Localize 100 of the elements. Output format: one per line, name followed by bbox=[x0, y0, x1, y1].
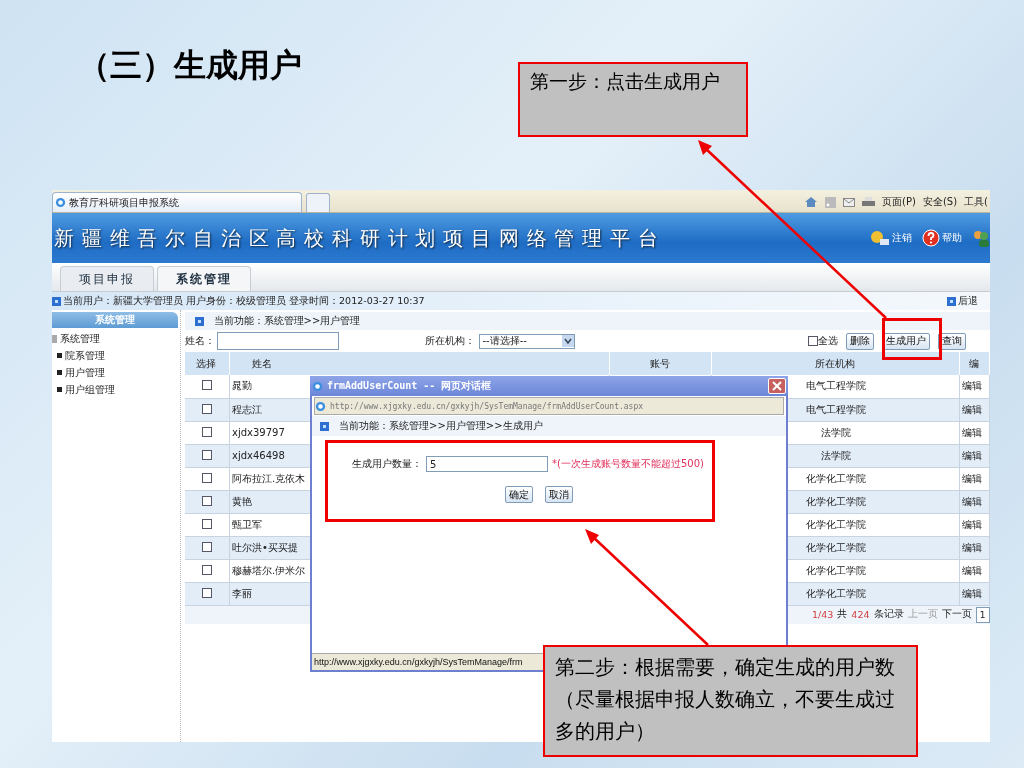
column-header: 账号 bbox=[609, 352, 712, 375]
table-cell: 晁勤 bbox=[232, 380, 252, 392]
hint-text: *(一次生成账号数量不能超过500) bbox=[552, 457, 704, 471]
nav-tab[interactable]: 项目申报 bbox=[60, 266, 154, 291]
bullet-icon bbox=[320, 421, 329, 431]
row-checkbox[interactable] bbox=[201, 380, 212, 391]
tree-item[interactable]: 用户管理 bbox=[52, 364, 180, 381]
count-field[interactable]: 5 bbox=[426, 456, 548, 472]
table-cell: 电气工程学院 bbox=[805, 380, 866, 392]
toolbar-button[interactable]: 生成用户 bbox=[882, 332, 930, 350]
dropdown-icon bbox=[561, 335, 574, 347]
row-checkbox[interactable] bbox=[201, 472, 212, 483]
bullet-icon bbox=[57, 387, 62, 392]
table-cell: 法学院 bbox=[820, 449, 851, 461]
tree-item[interactable]: 院系管理 bbox=[52, 347, 180, 364]
slide-title: （三）生成用户 bbox=[78, 45, 302, 86]
total-label: 条记录 bbox=[873, 608, 904, 621]
help-icon bbox=[922, 229, 940, 247]
back-link[interactable]: 后退 bbox=[947, 294, 978, 308]
info-icon bbox=[52, 296, 61, 306]
banner-link[interactable]: 帮助 bbox=[922, 229, 962, 247]
row-checkbox[interactable] bbox=[201, 426, 212, 437]
table-cell: 化学化工学院 bbox=[805, 587, 866, 599]
close-button[interactable] bbox=[768, 378, 786, 394]
nav-tab[interactable]: 系统管理 bbox=[157, 266, 251, 291]
column-header: 选择 bbox=[184, 352, 230, 375]
edit-link[interactable]: 编辑 bbox=[962, 472, 982, 484]
browser-icon bbox=[312, 380, 323, 392]
row-checkbox[interactable] bbox=[201, 449, 212, 460]
table-cell: xjdx39797 bbox=[232, 427, 285, 438]
highlight-frame bbox=[882, 318, 942, 360]
next-page-link[interactable]: 下一页 bbox=[941, 608, 972, 621]
tree-item[interactable]: 系统管理 bbox=[52, 330, 180, 347]
table-cell: 黄艳 bbox=[232, 495, 252, 507]
print-icon[interactable] bbox=[862, 196, 876, 208]
mail-icon[interactable] bbox=[843, 197, 856, 207]
table-cell: 化学化工学院 bbox=[805, 472, 866, 484]
dialog-button[interactable]: 确定 bbox=[505, 486, 533, 503]
browser-menu[interactable]: 工具( bbox=[964, 195, 988, 209]
field-label: 所在机构： bbox=[424, 334, 475, 348]
bullet-icon bbox=[57, 370, 62, 375]
browser-tab[interactable]: 教育厅科研项目申报系统 bbox=[52, 192, 302, 212]
table-cell: 法学院 bbox=[820, 426, 851, 438]
table-cell: xjdx46498 bbox=[232, 450, 285, 461]
name-field[interactable] bbox=[216, 332, 339, 350]
total-count: 424 bbox=[851, 609, 870, 620]
total-label: 共 bbox=[837, 608, 848, 621]
row-checkbox[interactable] bbox=[201, 403, 212, 414]
edit-link[interactable]: 编辑 bbox=[962, 403, 982, 415]
home-icon[interactable] bbox=[804, 196, 819, 208]
row-checkbox[interactable] bbox=[201, 495, 212, 506]
breadcrumb: 当前功能：系统管理>>用户管理>>生成用户 bbox=[339, 419, 543, 433]
address-text: http://www.xjgxky.edu.cn/gxkyjh/SysTemManage/frmAddUserCount.aspx bbox=[330, 401, 644, 411]
breadcrumb: 当前功能：系统管理>>用户管理 bbox=[213, 314, 361, 328]
row-checkbox[interactable] bbox=[201, 518, 212, 529]
table-cell: 化学化工学院 bbox=[805, 541, 866, 553]
banner-link[interactable]: 注销 bbox=[870, 229, 912, 247]
browser-menu[interactable]: 安全(S) bbox=[922, 195, 958, 209]
table-cell: 李丽 bbox=[232, 587, 252, 599]
row-checkbox[interactable] bbox=[201, 564, 212, 575]
table-cell: 穆赫塔尔.伊米尔 bbox=[232, 564, 306, 576]
select-all-checkbox[interactable] bbox=[808, 336, 818, 346]
browser-icon bbox=[315, 400, 326, 412]
dialog-button[interactable]: 取消 bbox=[545, 486, 573, 503]
sidebar-header: 系统管理 bbox=[52, 312, 178, 328]
table-cell: 化学化工学院 bbox=[805, 518, 866, 530]
table-cell: 电气工程学院 bbox=[805, 403, 866, 415]
callout-note: 第一步：点击生成用户 bbox=[518, 62, 748, 137]
org-select[interactable]: --请选择-- bbox=[478, 333, 575, 349]
browser-icon bbox=[55, 197, 66, 208]
edit-link[interactable]: 编辑 bbox=[962, 587, 982, 599]
row-checkbox[interactable] bbox=[201, 587, 212, 598]
table-cell: 程志江 bbox=[232, 403, 262, 415]
table-cell: 阿布拉江.克依木 bbox=[232, 472, 306, 484]
toolbar-button[interactable]: 查询 bbox=[938, 332, 966, 350]
edit-link[interactable]: 编辑 bbox=[962, 495, 982, 507]
table-cell: 化学化工学院 bbox=[805, 495, 866, 507]
user-info: 当前用户：新疆大学管理员 用户身份：校级管理员 登录时间：2012-03-27 10:37 bbox=[63, 294, 425, 308]
browser-menu[interactable]: 页面(P) bbox=[882, 195, 916, 209]
callout-note: 第二步：根据需要，确定生成的用户数（尽量根据申报人数确立，不要生成过多的用户） bbox=[543, 645, 918, 757]
edit-link[interactable]: 编辑 bbox=[962, 518, 982, 530]
toolbar-button[interactable]: 删除 bbox=[846, 332, 874, 350]
checkbox-label: 全选 bbox=[818, 334, 838, 348]
edit-link[interactable]: 编辑 bbox=[962, 380, 982, 392]
close-icon bbox=[772, 381, 782, 391]
bullet-icon bbox=[194, 316, 204, 326]
table-cell: 吐尔洪•买买提 bbox=[232, 541, 298, 553]
page-field[interactable]: 1 bbox=[975, 606, 990, 623]
edit-link[interactable]: 编辑 bbox=[962, 564, 982, 576]
tree-item[interactable]: 用户组管理 bbox=[52, 381, 180, 398]
column-header: 所在机构 bbox=[711, 352, 960, 375]
field-label: 姓名： bbox=[184, 334, 215, 348]
field-label: 生成用户数量： bbox=[352, 457, 422, 471]
edit-link[interactable]: 编辑 bbox=[962, 449, 982, 461]
edit-link[interactable]: 编辑 bbox=[962, 426, 982, 438]
page-indicator: 1/43 bbox=[812, 609, 834, 620]
edit-link[interactable]: 编辑 bbox=[962, 541, 982, 553]
row-checkbox[interactable] bbox=[201, 541, 212, 552]
table-cell: 甄卫军 bbox=[232, 518, 262, 530]
column-header: 姓名 bbox=[229, 352, 610, 375]
